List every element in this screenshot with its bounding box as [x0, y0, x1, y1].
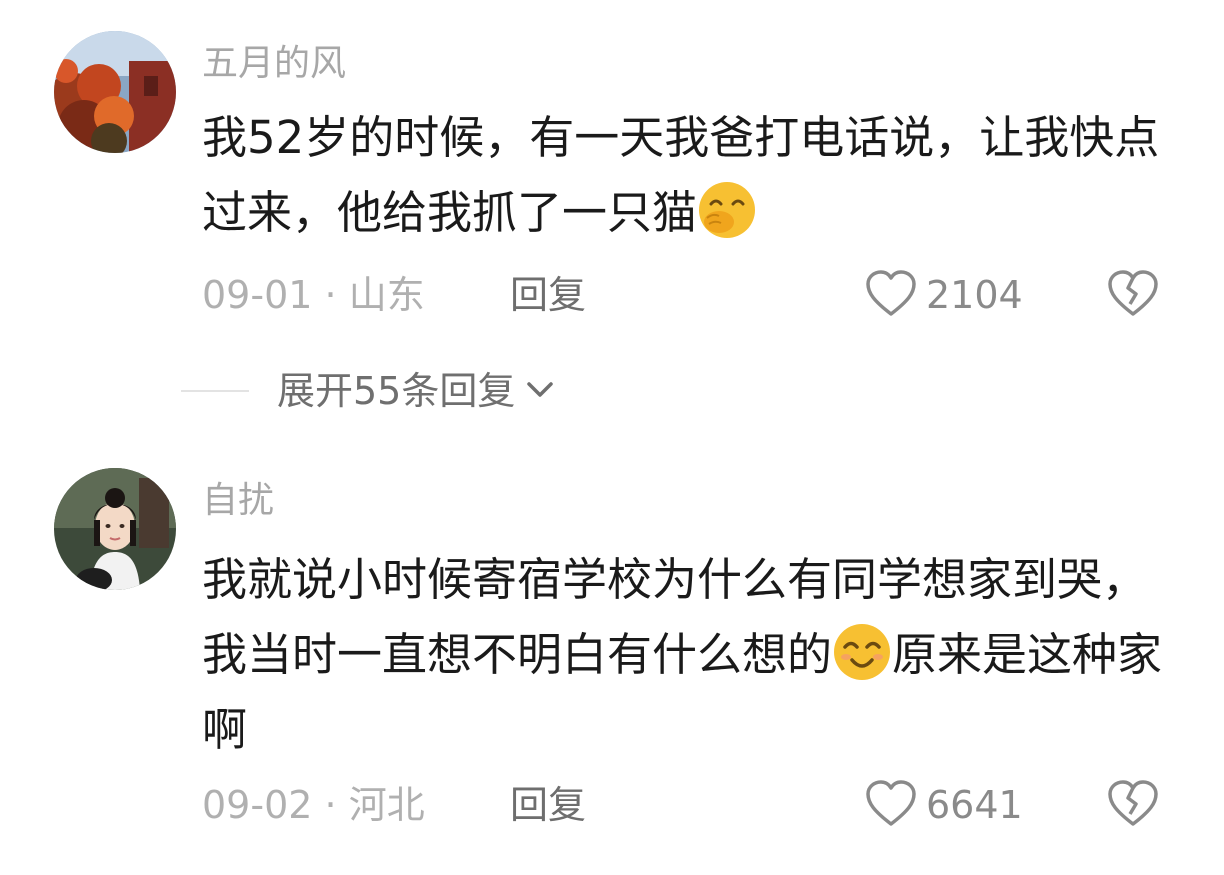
reply-button[interactable]: 回复: [510, 780, 586, 830]
reply-button[interactable]: 回复: [510, 270, 586, 320]
comment-text-content: 我52岁的时候，有一天我爸打电话说，让我快点过来，他给我抓了一只猫: [202, 111, 1160, 239]
avatar[interactable]: [54, 31, 176, 153]
comment-date-location: 09-02 · 河北: [202, 780, 425, 830]
comment-text: 我52岁的时候，有一天我爸打电话说，让我快点过来，他给我抓了一只猫: [202, 100, 1172, 250]
like-count: 2104: [926, 273, 1023, 317]
like-button[interactable]: 2104: [864, 268, 1023, 322]
like-button[interactable]: 6641: [864, 778, 1023, 832]
comment-location: 山东: [348, 273, 425, 317]
heart-outline-icon: [864, 778, 918, 832]
dislike-button[interactable]: [1106, 268, 1160, 322]
heart-outline-icon: [864, 268, 918, 322]
dislike-button[interactable]: [1106, 778, 1160, 832]
expand-replies[interactable]: 展开55条回复: [181, 366, 555, 416]
covering-mouth-emoji: [697, 180, 757, 240]
broken-heart-icon: [1106, 780, 1160, 832]
smiling-emoji: [832, 622, 892, 682]
comment-location: 河北: [348, 783, 425, 827]
comment-date: 09-02: [202, 783, 313, 827]
comment-date-location: 09-01 · 山东: [202, 270, 425, 320]
like-count: 6641: [926, 783, 1023, 827]
meta-separator: ·: [324, 783, 337, 827]
comment-date: 09-01: [202, 273, 313, 317]
avatar-image: [54, 31, 176, 153]
meta-separator: ·: [324, 273, 337, 317]
expand-replies-label[interactable]: 展开55条回复: [277, 366, 515, 416]
avatar[interactable]: [54, 468, 176, 590]
comment-author[interactable]: 自扰: [202, 481, 274, 521]
avatar-image: [54, 468, 176, 590]
comment-text: 我就说小时候寄宿学校为什么有同学想家到哭，我当时一直想不明白有什么想的 原来是这…: [202, 542, 1182, 767]
comment-meta: 09-02 · 河北 回复 6641: [202, 780, 1162, 830]
broken-heart-icon: [1106, 270, 1160, 322]
comment-author[interactable]: 五月的风: [202, 44, 346, 84]
divider-line: [181, 390, 249, 392]
comment-meta: 09-01 · 山东 回复 2104: [202, 270, 1162, 320]
chevron-down-icon: [525, 379, 555, 403]
